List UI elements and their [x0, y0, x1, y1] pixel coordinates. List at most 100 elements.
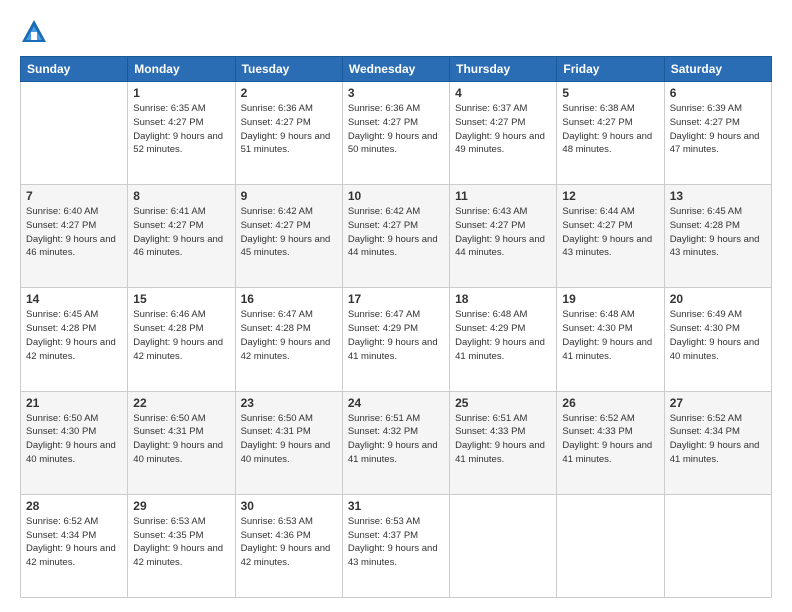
day-cell: 29 Sunrise: 6:53 AM Sunset: 4:35 PM Dayli… — [128, 494, 235, 597]
calendar-table: SundayMondayTuesdayWednesdayThursdayFrid… — [20, 56, 772, 598]
day-cell: 1Sunrise: 6:35 AM Sunset: 4:27 PM Daylig… — [128, 82, 235, 185]
day-info: Sunrise: 6:48 AM Sunset: 4:29 PM Dayligh… — [455, 308, 551, 363]
day-info: Sunrise: 6:46 AM Sunset: 4:28 PM Dayligh… — [133, 308, 229, 363]
day-cell: 13Sunrise: 6:45 AM Sunset: 4:28 PM Dayli… — [664, 185, 771, 288]
day-number: 11 — [455, 189, 551, 203]
day-info: Sunrise: 6:39 AM Sunset: 4:27 PM Dayligh… — [670, 102, 766, 157]
day-info: Sunrise: 6:53 AM Sunset: 4:36 PM Dayligh… — [241, 515, 337, 570]
day-info: Sunrise: 6:41 AM Sunset: 4:27 PM Dayligh… — [133, 205, 229, 260]
day-cell: 6 Sunrise: 6:39 AM Sunset: 4:27 PM Daylig… — [664, 82, 771, 185]
week-row-0: 1Sunrise: 6:35 AM Sunset: 4:27 PM Daylig… — [21, 82, 772, 185]
day-info: Sunrise: 6:52 AM Sunset: 4:33 PM Dayligh… — [562, 412, 658, 467]
day-number: 29 — [133, 499, 229, 513]
page: SundayMondayTuesdayWednesdayThursdayFrid… — [0, 0, 792, 612]
day-number: 21 — [26, 396, 122, 410]
weekday-header-sunday: Sunday — [21, 57, 128, 82]
day-cell: 21 Sunrise: 6:50 AM Sunset: 4:30 PM Dayli… — [21, 391, 128, 494]
day-cell: 27Sunrise: 6:52 AM Sunset: 4:34 PM Dayli… — [664, 391, 771, 494]
day-info: Sunrise: 6:47 AM Sunset: 4:28 PM Dayligh… — [241, 308, 337, 363]
day-cell: 15 Sunrise: 6:46 AM Sunset: 4:28 PM Dayli… — [128, 288, 235, 391]
day-cell: 3 Sunrise: 6:36 AM Sunset: 4:27 PM Daylig… — [342, 82, 449, 185]
day-cell: 16 Sunrise: 6:47 AM Sunset: 4:28 PM Dayli… — [235, 288, 342, 391]
day-info: Sunrise: 6:43 AM Sunset: 4:27 PM Dayligh… — [455, 205, 551, 260]
day-number: 2 — [241, 86, 337, 100]
day-info: Sunrise: 6:47 AM Sunset: 4:29 PM Dayligh… — [348, 308, 444, 363]
weekday-header-thursday: Thursday — [450, 57, 557, 82]
weekday-header-wednesday: Wednesday — [342, 57, 449, 82]
weekday-header-row: SundayMondayTuesdayWednesdayThursdayFrid… — [21, 57, 772, 82]
day-number: 17 — [348, 292, 444, 306]
day-info: Sunrise: 6:49 AM Sunset: 4:30 PM Dayligh… — [670, 308, 766, 363]
week-row-3: 21 Sunrise: 6:50 AM Sunset: 4:30 PM Dayli… — [21, 391, 772, 494]
day-info: Sunrise: 6:51 AM Sunset: 4:33 PM Dayligh… — [455, 412, 551, 467]
day-cell: 19 Sunrise: 6:48 AM Sunset: 4:30 PM Dayli… — [557, 288, 664, 391]
day-info: Sunrise: 6:42 AM Sunset: 4:27 PM Dayligh… — [241, 205, 337, 260]
day-cell: 30 Sunrise: 6:53 AM Sunset: 4:36 PM Dayli… — [235, 494, 342, 597]
logo — [20, 18, 52, 46]
day-number: 23 — [241, 396, 337, 410]
day-info: Sunrise: 6:45 AM Sunset: 4:28 PM Dayligh… — [26, 308, 122, 363]
day-number: 15 — [133, 292, 229, 306]
day-number: 12 — [562, 189, 658, 203]
day-number: 18 — [455, 292, 551, 306]
day-number: 26 — [562, 396, 658, 410]
day-info: Sunrise: 6:51 AM Sunset: 4:32 PM Dayligh… — [348, 412, 444, 467]
day-number: 4 — [455, 86, 551, 100]
day-info: Sunrise: 6:36 AM Sunset: 4:27 PM Dayligh… — [348, 102, 444, 157]
day-cell: 5Sunrise: 6:38 AM Sunset: 4:27 PM Daylig… — [557, 82, 664, 185]
day-cell: 31 Sunrise: 6:53 AM Sunset: 4:37 PM Dayli… — [342, 494, 449, 597]
logo-icon — [20, 18, 48, 46]
day-cell: 18 Sunrise: 6:48 AM Sunset: 4:29 PM Dayli… — [450, 288, 557, 391]
day-number: 6 — [670, 86, 766, 100]
day-number: 3 — [348, 86, 444, 100]
day-number: 24 — [348, 396, 444, 410]
weekday-header-monday: Monday — [128, 57, 235, 82]
day-number: 31 — [348, 499, 444, 513]
day-cell: 9 Sunrise: 6:42 AM Sunset: 4:27 PM Daylig… — [235, 185, 342, 288]
day-number: 22 — [133, 396, 229, 410]
day-number: 27 — [670, 396, 766, 410]
day-number: 14 — [26, 292, 122, 306]
day-cell: 28Sunrise: 6:52 AM Sunset: 4:34 PM Dayli… — [21, 494, 128, 597]
day-cell: 24 Sunrise: 6:51 AM Sunset: 4:32 PM Dayli… — [342, 391, 449, 494]
day-cell: 7 Sunrise: 6:40 AM Sunset: 4:27 PM Daylig… — [21, 185, 128, 288]
day-info: Sunrise: 6:35 AM Sunset: 4:27 PM Dayligh… — [133, 102, 229, 157]
day-cell: 25 Sunrise: 6:51 AM Sunset: 4:33 PM Dayli… — [450, 391, 557, 494]
day-info: Sunrise: 6:40 AM Sunset: 4:27 PM Dayligh… — [26, 205, 122, 260]
day-cell: 10Sunrise: 6:42 AM Sunset: 4:27 PM Dayli… — [342, 185, 449, 288]
day-cell — [450, 494, 557, 597]
day-number: 9 — [241, 189, 337, 203]
day-cell: 23 Sunrise: 6:50 AM Sunset: 4:31 PM Dayli… — [235, 391, 342, 494]
day-number: 30 — [241, 499, 337, 513]
day-cell: 2Sunrise: 6:36 AM Sunset: 4:27 PM Daylig… — [235, 82, 342, 185]
day-info: Sunrise: 6:50 AM Sunset: 4:31 PM Dayligh… — [133, 412, 229, 467]
day-info: Sunrise: 6:48 AM Sunset: 4:30 PM Dayligh… — [562, 308, 658, 363]
day-info: Sunrise: 6:53 AM Sunset: 4:37 PM Dayligh… — [348, 515, 444, 570]
header — [20, 18, 772, 46]
weekday-header-tuesday: Tuesday — [235, 57, 342, 82]
day-cell: 4 Sunrise: 6:37 AM Sunset: 4:27 PM Daylig… — [450, 82, 557, 185]
day-number: 8 — [133, 189, 229, 203]
day-cell — [21, 82, 128, 185]
day-info: Sunrise: 6:50 AM Sunset: 4:31 PM Dayligh… — [241, 412, 337, 467]
weekday-header-friday: Friday — [557, 57, 664, 82]
day-number: 13 — [670, 189, 766, 203]
week-row-4: 28Sunrise: 6:52 AM Sunset: 4:34 PM Dayli… — [21, 494, 772, 597]
day-cell: 20 Sunrise: 6:49 AM Sunset: 4:30 PM Dayli… — [664, 288, 771, 391]
day-info: Sunrise: 6:52 AM Sunset: 4:34 PM Dayligh… — [26, 515, 122, 570]
day-number: 20 — [670, 292, 766, 306]
day-cell: 22 Sunrise: 6:50 AM Sunset: 4:31 PM Dayli… — [128, 391, 235, 494]
day-number: 7 — [26, 189, 122, 203]
day-info: Sunrise: 6:50 AM Sunset: 4:30 PM Dayligh… — [26, 412, 122, 467]
day-cell — [557, 494, 664, 597]
day-cell: 26 Sunrise: 6:52 AM Sunset: 4:33 PM Dayli… — [557, 391, 664, 494]
day-info: Sunrise: 6:37 AM Sunset: 4:27 PM Dayligh… — [455, 102, 551, 157]
day-cell: 14 Sunrise: 6:45 AM Sunset: 4:28 PM Dayli… — [21, 288, 128, 391]
day-number: 25 — [455, 396, 551, 410]
day-number: 19 — [562, 292, 658, 306]
day-info: Sunrise: 6:38 AM Sunset: 4:27 PM Dayligh… — [562, 102, 658, 157]
day-cell: 17 Sunrise: 6:47 AM Sunset: 4:29 PM Dayli… — [342, 288, 449, 391]
day-number: 16 — [241, 292, 337, 306]
day-info: Sunrise: 6:53 AM Sunset: 4:35 PM Dayligh… — [133, 515, 229, 570]
day-cell: 12Sunrise: 6:44 AM Sunset: 4:27 PM Dayli… — [557, 185, 664, 288]
